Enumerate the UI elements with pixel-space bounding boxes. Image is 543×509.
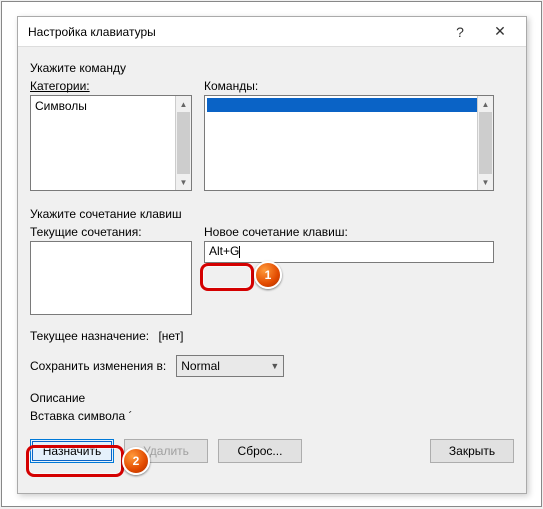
scroll-down-icon[interactable]: ▼: [176, 174, 191, 190]
scroll-up-icon[interactable]: ▲: [478, 96, 493, 112]
current-keys-listbox[interactable]: [30, 241, 192, 315]
categories-label: Категории:: [30, 79, 192, 93]
remove-button: Удалить: [124, 439, 208, 463]
scroll-down-icon[interactable]: ▼: [478, 174, 493, 190]
reset-button[interactable]: Сброс...: [218, 439, 302, 463]
categories-item[interactable]: Символы: [33, 98, 189, 114]
new-key-label: Новое сочетание клавиш:: [204, 225, 514, 239]
current-keys-label: Текущие сочетания:: [30, 225, 192, 239]
current-assignment-row: Текущее назначение: [нет]: [30, 329, 514, 343]
commands-label: Команды:: [204, 79, 514, 93]
scrollbar[interactable]: ▲ ▼: [175, 96, 191, 190]
new-shortcut-value: Alt+G: [209, 244, 239, 258]
new-shortcut-input[interactable]: Alt+G: [204, 241, 494, 263]
specify-shortcut-label: Укажите сочетание клавиш: [30, 207, 514, 221]
keyboard-customize-dialog: Настройка клавиатуры ? ✕ Укажите команду…: [17, 16, 527, 494]
assign-button[interactable]: Назначить: [30, 439, 114, 463]
specify-command-label: Укажите команду: [30, 61, 514, 75]
close-button[interactable]: ✕: [480, 17, 520, 46]
description-label: Описание: [30, 391, 514, 405]
save-in-value: Normal: [181, 359, 220, 373]
categories-listbox[interactable]: Символы ▲ ▼: [30, 95, 192, 191]
save-in-select[interactable]: Normal ▼: [176, 355, 284, 377]
commands-selected-item[interactable]: [207, 98, 491, 112]
dialog-title: Настройка клавиатуры: [28, 25, 440, 39]
commands-listbox[interactable]: ▲ ▼: [204, 95, 494, 191]
help-button[interactable]: ?: [440, 17, 480, 46]
chevron-down-icon: ▼: [270, 361, 279, 371]
description-text: Вставка символа ´: [30, 409, 514, 423]
scroll-thumb[interactable]: [177, 112, 190, 174]
save-in-label: Сохранить изменения в:: [30, 359, 166, 373]
close-dialog-button[interactable]: Закрыть: [430, 439, 514, 463]
scroll-up-icon[interactable]: ▲: [176, 96, 191, 112]
titlebar: Настройка клавиатуры ? ✕: [18, 17, 526, 47]
scrollbar[interactable]: ▲ ▼: [477, 96, 493, 190]
current-assignment-value: [нет]: [158, 329, 183, 343]
current-assignment-label: Текущее назначение:: [30, 329, 149, 343]
scroll-thumb[interactable]: [479, 112, 492, 174]
